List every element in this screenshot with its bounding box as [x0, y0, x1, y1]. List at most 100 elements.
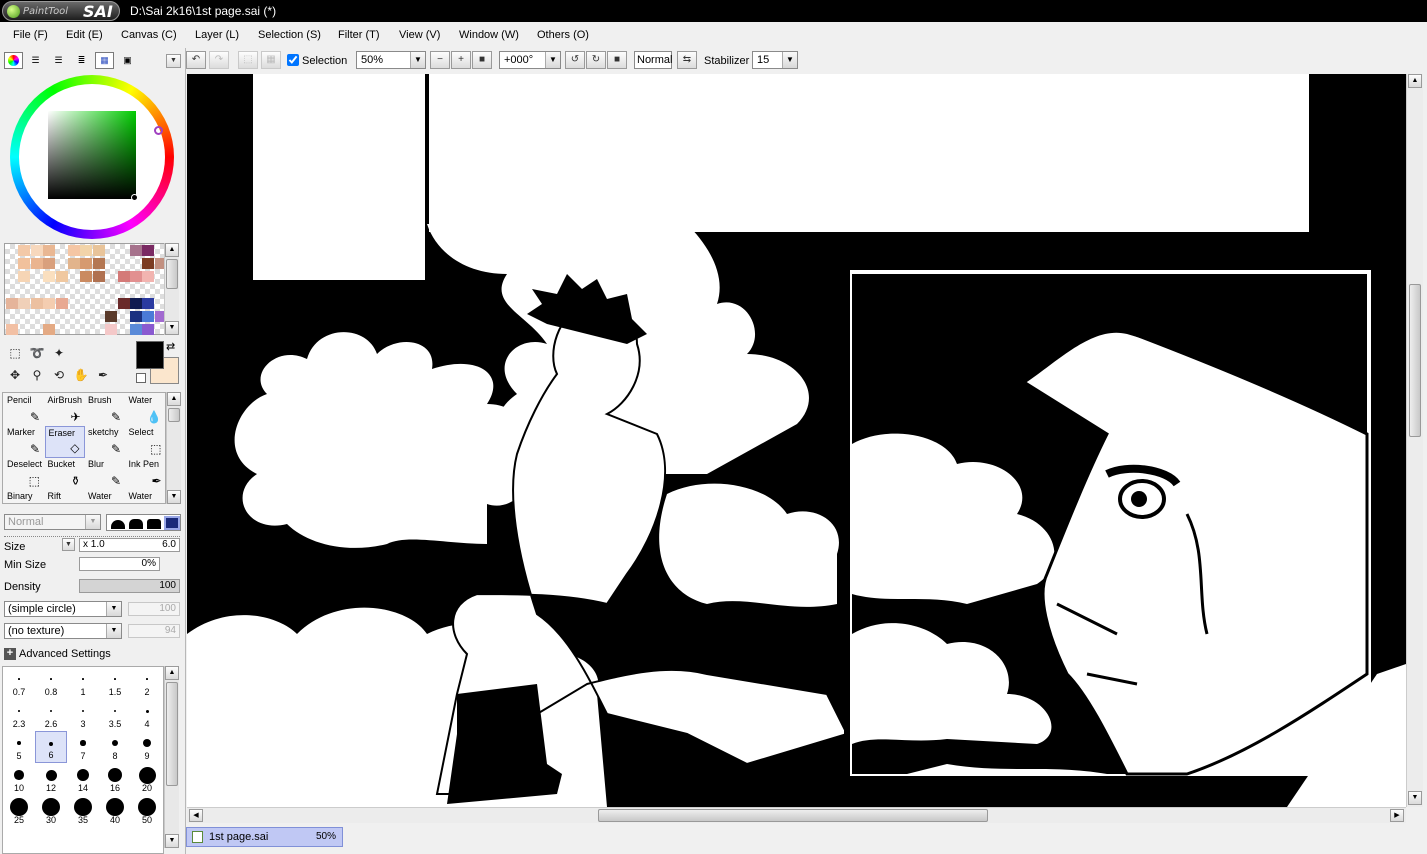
color-swatch[interactable] — [92, 245, 105, 256]
size-dropdown-button[interactable]: ▼ — [62, 538, 75, 551]
brush-size-preset[interactable]: 25 — [3, 795, 35, 827]
color-swatch[interactable] — [105, 311, 118, 322]
scroll-up-icon[interactable]: ▲ — [167, 392, 181, 406]
saturation-value-square[interactable] — [48, 111, 136, 199]
advanced-settings-label[interactable]: Advanced Settings — [19, 648, 111, 660]
scratchpad-tab[interactable]: ▣ — [118, 52, 137, 69]
swap-colors-icon[interactable]: ⇄ — [166, 340, 175, 353]
canvas-vertical-scrollbar[interactable]: ▲ ▼ — [1406, 74, 1423, 807]
brush-size-preset[interactable]: 8 — [99, 731, 131, 763]
color-swatch[interactable] — [68, 245, 80, 256]
scroll-up-icon[interactable]: ▲ — [165, 243, 179, 257]
brush-tool-airbrush[interactable]: AirBrush ✈ — [45, 394, 85, 426]
brush-tool-deselect[interactable]: Deselect ⬚ — [4, 458, 44, 490]
edge-medium-icon[interactable] — [129, 519, 143, 529]
brush-size-preset[interactable]: 2.6 — [35, 699, 67, 731]
menu-window[interactable]: Window (W) — [459, 29, 519, 41]
brush-size-preset[interactable]: 1 — [67, 667, 99, 699]
edge-square-icon[interactable] — [164, 516, 180, 530]
brush-size-preset[interactable]: 20 — [131, 763, 163, 795]
brush-size-preset[interactable]: 50 — [131, 795, 163, 827]
scroll-down-icon[interactable]: ▼ — [165, 321, 179, 335]
primary-color[interactable] — [136, 341, 164, 369]
color-swatch[interactable] — [142, 258, 155, 270]
color-swatch[interactable] — [6, 297, 18, 309]
color-swatch[interactable] — [142, 297, 155, 309]
swatch-scrollbar[interactable]: ▲ ▼ — [164, 243, 179, 335]
scroll-thumb[interactable] — [168, 408, 180, 422]
swatches-tab[interactable]: ▦ — [95, 52, 114, 69]
rect-select-icon[interactable]: ⬚ — [6, 344, 24, 362]
scroll-up-icon[interactable]: ▲ — [165, 666, 179, 680]
color-swatch[interactable] — [43, 324, 56, 336]
scroll-up-icon[interactable]: ▲ — [1408, 74, 1422, 88]
color-swatch[interactable] — [30, 297, 43, 309]
scroll-left-icon[interactable]: ◀ — [189, 809, 203, 822]
color-swatch[interactable] — [130, 245, 142, 256]
invert-selection-button[interactable]: ▦ — [261, 51, 281, 69]
transparent-color-icon[interactable] — [136, 373, 146, 383]
color-swatch[interactable] — [43, 245, 56, 256]
color-swatch[interactable] — [18, 297, 31, 309]
hand-icon[interactable]: ✋ — [72, 366, 90, 384]
brush-size-preset[interactable]: 2 — [131, 667, 163, 699]
brush-size-preset[interactable]: 16 — [99, 763, 131, 795]
color-swatch[interactable] — [130, 271, 142, 283]
rotate-reset-button[interactable]: ■ — [607, 51, 627, 69]
scroll-thumb[interactable] — [166, 682, 178, 786]
brush-shape-selector[interactable] — [106, 514, 181, 531]
brush-size-preset[interactable]: 14 — [67, 763, 99, 795]
sv-marker[interactable] — [131, 194, 138, 201]
brush-size-preset[interactable]: 40 — [99, 795, 131, 827]
brush-size-preset[interactable]: 4 — [131, 699, 163, 731]
menu-edit[interactable]: Edit (E) — [66, 29, 103, 41]
color-swatch[interactable] — [30, 245, 43, 256]
color-swatch[interactable] — [30, 258, 43, 270]
scroll-thumb[interactable] — [1409, 284, 1421, 437]
brush-tool-blur[interactable]: Blur ✎ — [85, 458, 125, 490]
brush-size-preset[interactable]: 12 — [35, 763, 67, 795]
flip-button[interactable]: ⇆ — [677, 51, 697, 69]
brush-tool-water[interactable]: Water 💧 — [126, 394, 166, 426]
color-swatch[interactable] — [92, 271, 105, 283]
brush-size-preset[interactable]: 5 — [3, 731, 35, 763]
color-swatch[interactable] — [55, 271, 68, 283]
brush-size-scrollbar[interactable]: ▲ ▼ — [164, 666, 179, 848]
brush-size-preset[interactable]: 6 — [35, 731, 67, 763]
zoom-icon[interactable]: ⚲ — [28, 366, 46, 384]
color-swatch[interactable] — [105, 324, 118, 336]
lasso-icon[interactable]: ➰ — [28, 344, 46, 362]
zoom-select[interactable]: 50% ▼ — [356, 51, 426, 69]
brush-tool-sketchy[interactable]: sketchy ✎ — [85, 426, 125, 458]
panel-menu-button[interactable]: ▼ — [166, 54, 181, 68]
canvas-viewport[interactable] — [187, 74, 1406, 807]
color-swatch[interactable] — [130, 311, 142, 322]
scroll-down-icon[interactable]: ▼ — [1408, 791, 1422, 805]
brush-tool-ink-pen[interactable]: Ink Pen ✒ — [126, 458, 166, 490]
menu-layer[interactable]: Layer (L) — [195, 29, 239, 41]
rotate-right-button[interactable]: ↻ — [586, 51, 606, 69]
brush-size-preset[interactable]: 7 — [67, 731, 99, 763]
color-swatch[interactable] — [68, 258, 80, 270]
color-swatch[interactable] — [43, 258, 56, 270]
brush-size-preset[interactable]: 9 — [131, 731, 163, 763]
menu-filter[interactable]: Filter (T) — [338, 29, 380, 41]
scroll-down-icon[interactable]: ▼ — [167, 490, 181, 504]
brush-shape-select[interactable]: (simple circle) ▼ — [4, 601, 122, 617]
brush-size-preset[interactable]: 30 — [35, 795, 67, 827]
zoom-out-button[interactable]: − — [430, 51, 450, 69]
rotate-icon[interactable]: ⟲ — [50, 366, 68, 384]
expand-icon[interactable]: + — [4, 648, 16, 660]
texture-select[interactable]: (no texture) ▼ — [4, 623, 122, 639]
menu-canvas[interactable]: Canvas (C) — [121, 29, 177, 41]
brush-tool-pencil[interactable]: Pencil ✎ — [4, 394, 44, 426]
min-size-slider[interactable]: 0% — [79, 557, 160, 571]
rgb-slider-tab[interactable]: ☰ — [26, 52, 45, 69]
color-swatch[interactable] — [18, 258, 31, 270]
color-swatch[interactable] — [6, 324, 18, 336]
brush-tool-marker[interactable]: Marker ✎ — [4, 426, 44, 458]
mixer-tab[interactable]: ≣ — [72, 52, 91, 69]
color-swatch[interactable] — [142, 324, 155, 336]
magic-wand-icon[interactable]: ✦ — [50, 344, 68, 362]
color-swatch[interactable] — [117, 297, 130, 309]
